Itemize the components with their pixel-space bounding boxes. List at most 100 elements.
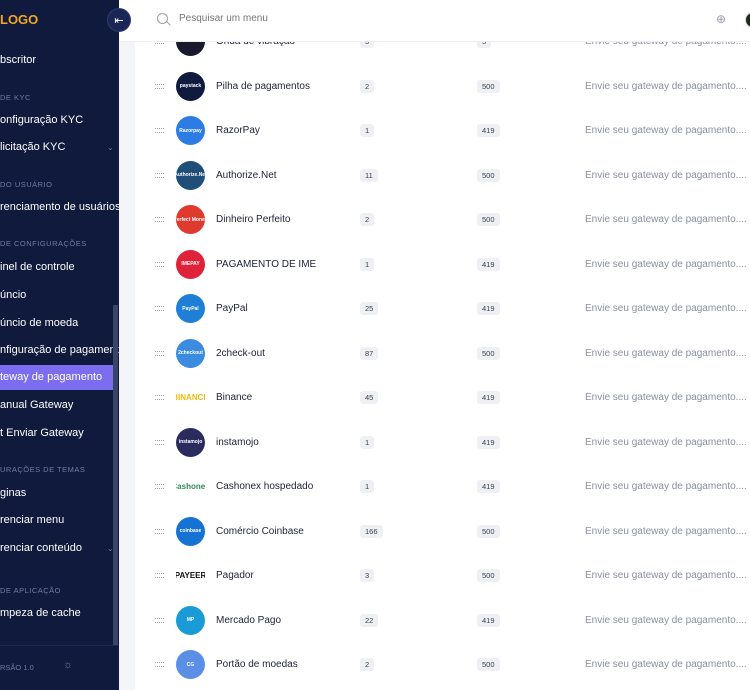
gateway-description: Envie seu gateway de pagamento.... [585, 214, 747, 225]
drag-handle-icon[interactable] [155, 662, 164, 667]
drag-handle-icon[interactable] [155, 395, 164, 400]
drag-handle-icon[interactable] [155, 439, 164, 445]
gateway-description: Envie seu gateway de pagamento.... [585, 481, 747, 492]
code-badge: 5 [477, 42, 492, 48]
sidebar-item[interactable]: inel de controle [0, 261, 75, 273]
gateway-name: Onda de vibração [216, 42, 295, 47]
gateway-description: Envie seu gateway de pagamento.... [585, 614, 747, 626]
count-badge: 22 [360, 613, 379, 627]
drag-handle-icon[interactable] [155, 573, 164, 578]
gateway-logo: Authorize.Net [176, 160, 205, 190]
table-row[interactable]: IMEPAY PAGAMENTO DE IME 1 419 Envie seu gate… [135, 243, 750, 287]
drag-handle-icon[interactable] [155, 83, 164, 89]
search-input[interactable] [179, 13, 479, 24]
collapse-sidebar-button[interactable]: ⇤ [107, 8, 131, 32]
gateway-name: Portão de moedas [216, 659, 298, 670]
gateway-logo: PayPal [176, 294, 205, 323]
sidebar-item[interactable]: renciar conteúdo [0, 542, 82, 554]
gateway-description: Envie seu gateway de pagamento.... [585, 42, 747, 47]
table-row[interactable]: PAYEER Pagador 3 500 Envie seu gateway de pa… [135, 554, 750, 598]
count-badge: 87 [360, 346, 379, 360]
globe-icon[interactable]: ⊕ [716, 12, 726, 26]
drag-handle-icon[interactable] [155, 217, 164, 222]
drag-handle-icon[interactable] [155, 261, 164, 267]
table-row[interactable]: MP Mercado Pago 22 419 Envie seu gateway de … [135, 599, 750, 643]
count-badge: 2 [360, 658, 375, 671]
gateway-description: Envie seu gateway de pagamento.... [585, 659, 747, 670]
drag-handle-icon[interactable] [155, 484, 164, 489]
sidebar-item[interactable]: anual Gateway [0, 399, 73, 411]
table-row[interactable]: Razorpay RazorPay 1 419 Envie seu gateway de… [135, 109, 750, 153]
code-badge: 419 [477, 435, 500, 449]
gateway-logo: IMEPAY [176, 249, 205, 279]
collapse-left-icon: ⇤ [114, 14, 124, 27]
table-row[interactable]: Onda de vibração 5 5 Envie seu gateway de p… [135, 42, 750, 64]
gateway-description: Envie seu gateway de pagamento.... [585, 169, 747, 181]
count-badge: 3 [360, 569, 375, 582]
gateway-name: 2check-out [216, 347, 265, 359]
code-badge: 500 [477, 79, 500, 93]
gateway-name: Authorize.Net [216, 169, 277, 181]
gateway-logo [176, 42, 205, 56]
table-row[interactable]: paystack Pilha de pagamentos 2 500 Envie seu… [135, 65, 750, 109]
drag-handle-icon[interactable] [155, 172, 164, 178]
table-row[interactable]: 2checkout 2check-out 87 500 Envie seu gatewa… [135, 332, 750, 376]
code-badge: 500 [477, 658, 500, 671]
code-badge: 419 [477, 257, 500, 271]
gateway-name: instamojo [216, 436, 259, 448]
table-row[interactable]: Perfect Money Dinheiro Perfeito 2 500 Envie … [135, 198, 750, 242]
drag-handle-icon[interactable] [155, 528, 164, 534]
sidebar-item[interactable]: onfiguração KYC [0, 114, 83, 126]
table-row[interactable]: Authorize.Net Authorize.Net 11 500 Envie seu… [135, 154, 750, 198]
drag-handle-icon[interactable] [155, 306, 164, 311]
gateway-name: PAGAMENTO DE IME [216, 258, 317, 270]
gateway-name: Binance [216, 392, 253, 403]
gateway-description: Envie seu gateway de pagamento.... [585, 303, 747, 314]
gateway-description: Envie seu gateway de pagamento.... [585, 525, 747, 537]
table-row[interactable]: Cashonex Cashonex hospedado 1 419 Envie seu … [135, 465, 750, 509]
sidebar-item[interactable]: úncio de moeda [0, 317, 78, 329]
sidebar-scrollbar[interactable] [113, 305, 118, 645]
gateway-name: Pilha de pagamentos [216, 80, 310, 92]
gateway-name: Dinheiro Perfeito [216, 214, 291, 225]
sidebar-item[interactable]: teway de pagamento [0, 371, 102, 383]
gateway-logo: CG [176, 650, 205, 679]
sidebar-item[interactable]: úncio [0, 289, 26, 301]
count-badge: 1 [360, 257, 375, 271]
count-badge: 45 [360, 391, 379, 404]
avatar[interactable] [745, 12, 750, 28]
sidebar-item[interactable]: bscritor [0, 54, 36, 66]
count-badge: 2 [360, 79, 375, 93]
gateway-name: PayPal [216, 303, 248, 314]
table-row[interactable]: instamojo instamojo 1 419 Envie seu gateway … [135, 421, 750, 465]
sidebar-item[interactable]: nfiguração de pagamento [0, 344, 119, 356]
sidebar-item[interactable]: licitação KYC [0, 141, 65, 153]
drag-handle-icon[interactable] [155, 42, 164, 44]
sidebar-section-heading: DE CONFIGURAÇÕES [0, 239, 87, 248]
table-row[interactable]: coinbase Comércio Coinbase 166 500 Envie seu… [135, 510, 750, 554]
sidebar-item[interactable]: t Enviar Gateway [0, 427, 84, 439]
table-row[interactable]: BINANCE Binance 45 419 Envie seu gateway de … [135, 376, 750, 420]
count-badge: 2 [360, 213, 375, 226]
chevron-down-icon[interactable]: ⌄ [107, 143, 114, 152]
table-row[interactable]: PayPal PayPal 25 419 Envie seu gateway de pa… [135, 287, 750, 331]
code-badge: 419 [477, 480, 500, 493]
sidebar-item[interactable]: mpeza de cache [0, 607, 81, 619]
drag-handle-icon[interactable] [155, 617, 164, 623]
sun-icon[interactable]: ☼ [63, 659, 73, 671]
count-badge: 5 [360, 42, 375, 48]
count-badge: 1 [360, 480, 375, 493]
sidebar-item[interactable]: ginas [0, 487, 26, 499]
gateway-logo: coinbase [176, 516, 205, 546]
sidebar-item[interactable]: renciamento de usuários [0, 201, 119, 213]
topbar: ⊕ [119, 0, 750, 42]
gateway-list: Onda de vibração 5 5 Envie seu gateway de p… [135, 42, 750, 690]
count-badge: 166 [360, 524, 383, 538]
drag-handle-icon[interactable] [155, 128, 164, 133]
sidebar-section-heading: DE KYC [0, 93, 31, 102]
sidebar-item[interactable]: renciar menu [0, 514, 64, 526]
code-badge: 500 [477, 346, 500, 360]
table-row[interactable]: CG Portão de moedas 2 500 Envie seu gateway … [135, 643, 750, 687]
gateway-description: Envie seu gateway de pagamento.... [585, 125, 747, 136]
drag-handle-icon[interactable] [155, 350, 164, 356]
